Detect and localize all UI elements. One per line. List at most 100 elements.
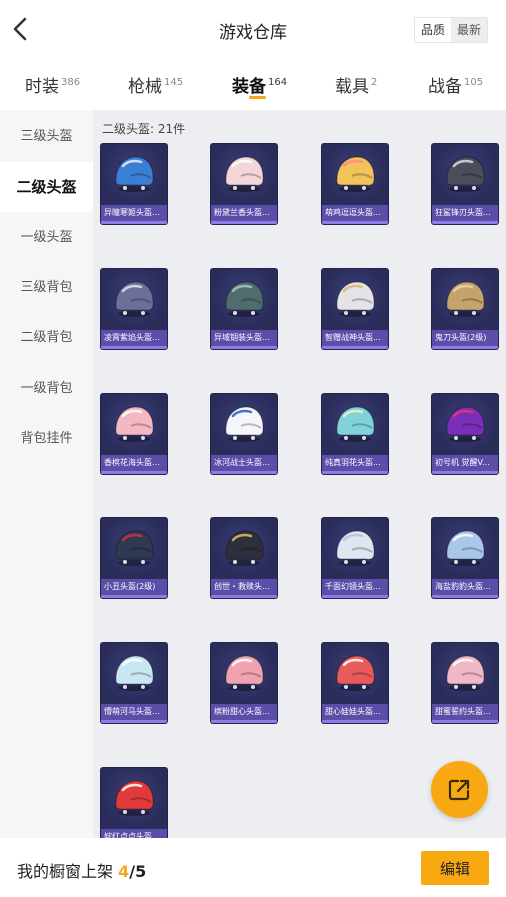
helmet-icon: [225, 406, 264, 442]
share-button[interactable]: [431, 761, 488, 818]
rarity-stripe: [322, 221, 388, 224]
showcase-label: 我的橱窗上架: [17, 862, 114, 881]
item-card[interactable]: 创世・救赎头...: [211, 518, 277, 598]
tab-equipment[interactable]: 装备 164: [232, 72, 287, 97]
tab-label: 载具: [335, 77, 369, 97]
item-card[interactable]: 异域锢装头盔...: [211, 269, 277, 349]
item-card[interactable]: 初号机 觉醒V...: [432, 394, 498, 474]
item-card[interactable]: 姹红点点头盔...: [101, 768, 167, 838]
tab-count: 386: [61, 77, 81, 88]
item-card[interactable]: 智赠战神头盔...: [322, 269, 388, 349]
tab-label: 时装: [25, 77, 59, 97]
item-name: 初号机 觉醒V...: [432, 455, 498, 471]
helmet-icon: [115, 780, 154, 816]
item-card[interactable]: 鬼刀头盔(2级): [432, 269, 498, 349]
item-card[interactable]: 香槟花海头盔...: [101, 394, 167, 474]
sidebar-item-level2-backpack[interactable]: 二级背包: [0, 313, 93, 363]
item-name: 异域锢装头盔...: [211, 330, 277, 346]
helmet-icon: [446, 655, 485, 691]
item-name: 懵萌河马头盔...: [101, 704, 167, 720]
item-count-label: 二级头盔: 21件: [102, 122, 186, 136]
item-card[interactable]: 粉黛兰香头盔...: [211, 144, 277, 224]
share-external-icon: [448, 779, 470, 801]
sidebar-item-backpack-pendant[interactable]: 背包挂件: [0, 414, 93, 464]
item-name: 萌鸡逗逗头盔...: [322, 205, 388, 221]
tab-fashion[interactable]: 时装 386: [25, 72, 80, 97]
rarity-stripe: [101, 471, 167, 474]
item-name: 凌霄紫焰头盔...: [101, 330, 167, 346]
item-card[interactable]: 小丑头盔(2级): [101, 518, 167, 598]
helmet-icon: [115, 156, 154, 192]
rarity-stripe: [101, 720, 167, 723]
rarity-stripe: [322, 720, 388, 723]
rarity-stripe: [322, 595, 388, 598]
helmet-icon: [225, 655, 264, 691]
showcase-total-count: 5: [135, 862, 147, 881]
tab-label: 战备: [428, 77, 462, 97]
item-name: 甜蜜誓约头盔...: [432, 704, 498, 720]
sidebar-item-level2-helmet[interactable]: 二级头盔: [0, 162, 93, 212]
item-card[interactable]: 千面幻镜头盔...: [322, 518, 388, 598]
sidebar: 三级头盔 二级头盔 一级头盔 三级背包 二级背包 一级背包 背包挂件: [0, 110, 93, 838]
rarity-stripe: [432, 595, 498, 598]
helmet-icon: [115, 530, 154, 566]
rarity-stripe: [101, 595, 167, 598]
item-card[interactable]: 缤粉甜心头盔...: [211, 643, 277, 723]
item-card[interactable]: 凌霄紫焰头盔...: [101, 269, 167, 349]
helmet-icon: [225, 156, 264, 192]
helmet-icon: [446, 156, 485, 192]
item-name: 海盐豹豹头盔...: [432, 579, 498, 595]
sort-newest-button[interactable]: 最新: [451, 18, 488, 42]
item-name: 异瞳寒姬头盔...: [101, 205, 167, 221]
item-name: 姹红点点头盔...: [101, 829, 167, 838]
helmet-icon: [336, 406, 375, 442]
sidebar-item-level3-helmet[interactable]: 三级头盔: [0, 112, 93, 162]
edit-button[interactable]: 编辑: [421, 851, 489, 885]
item-name: 香槟花海头盔...: [101, 455, 167, 471]
item-name: 智赠战神头盔...: [322, 330, 388, 346]
item-card[interactable]: 纯真羽花头盔...: [322, 394, 388, 474]
rarity-stripe: [101, 221, 167, 224]
header-bar: 游戏仓库 品质 最新: [0, 0, 506, 60]
tab-vehicles[interactable]: 载具 2: [335, 72, 377, 97]
sort-toggle: 品质 最新: [414, 17, 489, 43]
tab-combat-supplies[interactable]: 战备 105: [428, 72, 483, 97]
tab-weapons[interactable]: 枪械 145: [128, 72, 183, 97]
item-card[interactable]: 懵萌河马头盔...: [101, 643, 167, 723]
item-name: 千面幻镜头盔...: [322, 579, 388, 595]
item-name: 鬼刀头盔(2级): [432, 330, 498, 346]
item-card[interactable]: 冰河战士头盔...: [211, 394, 277, 474]
showcase-status: 我的橱窗上架 4/5: [17, 858, 146, 882]
item-name: 缤粉甜心头盔...: [211, 704, 277, 720]
sidebar-item-level3-backpack[interactable]: 三级背包: [0, 263, 93, 313]
rarity-stripe: [211, 221, 277, 224]
item-name: 狂鲨锋刃头盔...: [432, 205, 498, 221]
active-tab-indicator: [249, 96, 266, 99]
tab-label: 装备: [232, 77, 266, 97]
helmet-icon: [115, 655, 154, 691]
category-tabs: 时装 386 枪械 145 装备 164 载具 2 战备 105: [0, 60, 506, 110]
rarity-stripe: [211, 346, 277, 349]
tab-count: 105: [464, 77, 484, 88]
tab-count: 164: [268, 77, 288, 88]
showcase-current-count: 4: [118, 862, 130, 881]
item-name: 甜心娃娃头盔...: [322, 704, 388, 720]
item-card[interactable]: 甜蜜誓约头盔...: [432, 643, 498, 723]
item-card[interactable]: 海盐豹豹头盔...: [432, 518, 498, 598]
sort-quality-button[interactable]: 品质: [415, 18, 452, 42]
item-card[interactable]: 甜心娃娃头盔...: [322, 643, 388, 723]
item-grid-panel: 二级头盔: 21件 异瞳寒姬头盔... 粉黛兰香头盔... 萌鸡逗逗头盔... 狂鲨锋…: [93, 110, 506, 838]
rarity-stripe: [101, 346, 167, 349]
helmet-icon: [225, 530, 264, 566]
helmet-icon: [336, 530, 375, 566]
rarity-stripe: [322, 471, 388, 474]
sidebar-item-level1-backpack[interactable]: 一级背包: [0, 364, 93, 414]
bottom-bar: 我的橱窗上架 4/5 编辑: [0, 838, 506, 897]
sidebar-item-level1-helmet[interactable]: 一级头盔: [0, 213, 93, 263]
rarity-stripe: [432, 346, 498, 349]
item-card[interactable]: 狂鲨锋刃头盔...: [432, 144, 498, 224]
rarity-stripe: [211, 720, 277, 723]
item-card[interactable]: 异瞳寒姬头盔...: [101, 144, 167, 224]
item-name: 粉黛兰香头盔...: [211, 205, 277, 221]
item-card[interactable]: 萌鸡逗逗头盔...: [322, 144, 388, 224]
